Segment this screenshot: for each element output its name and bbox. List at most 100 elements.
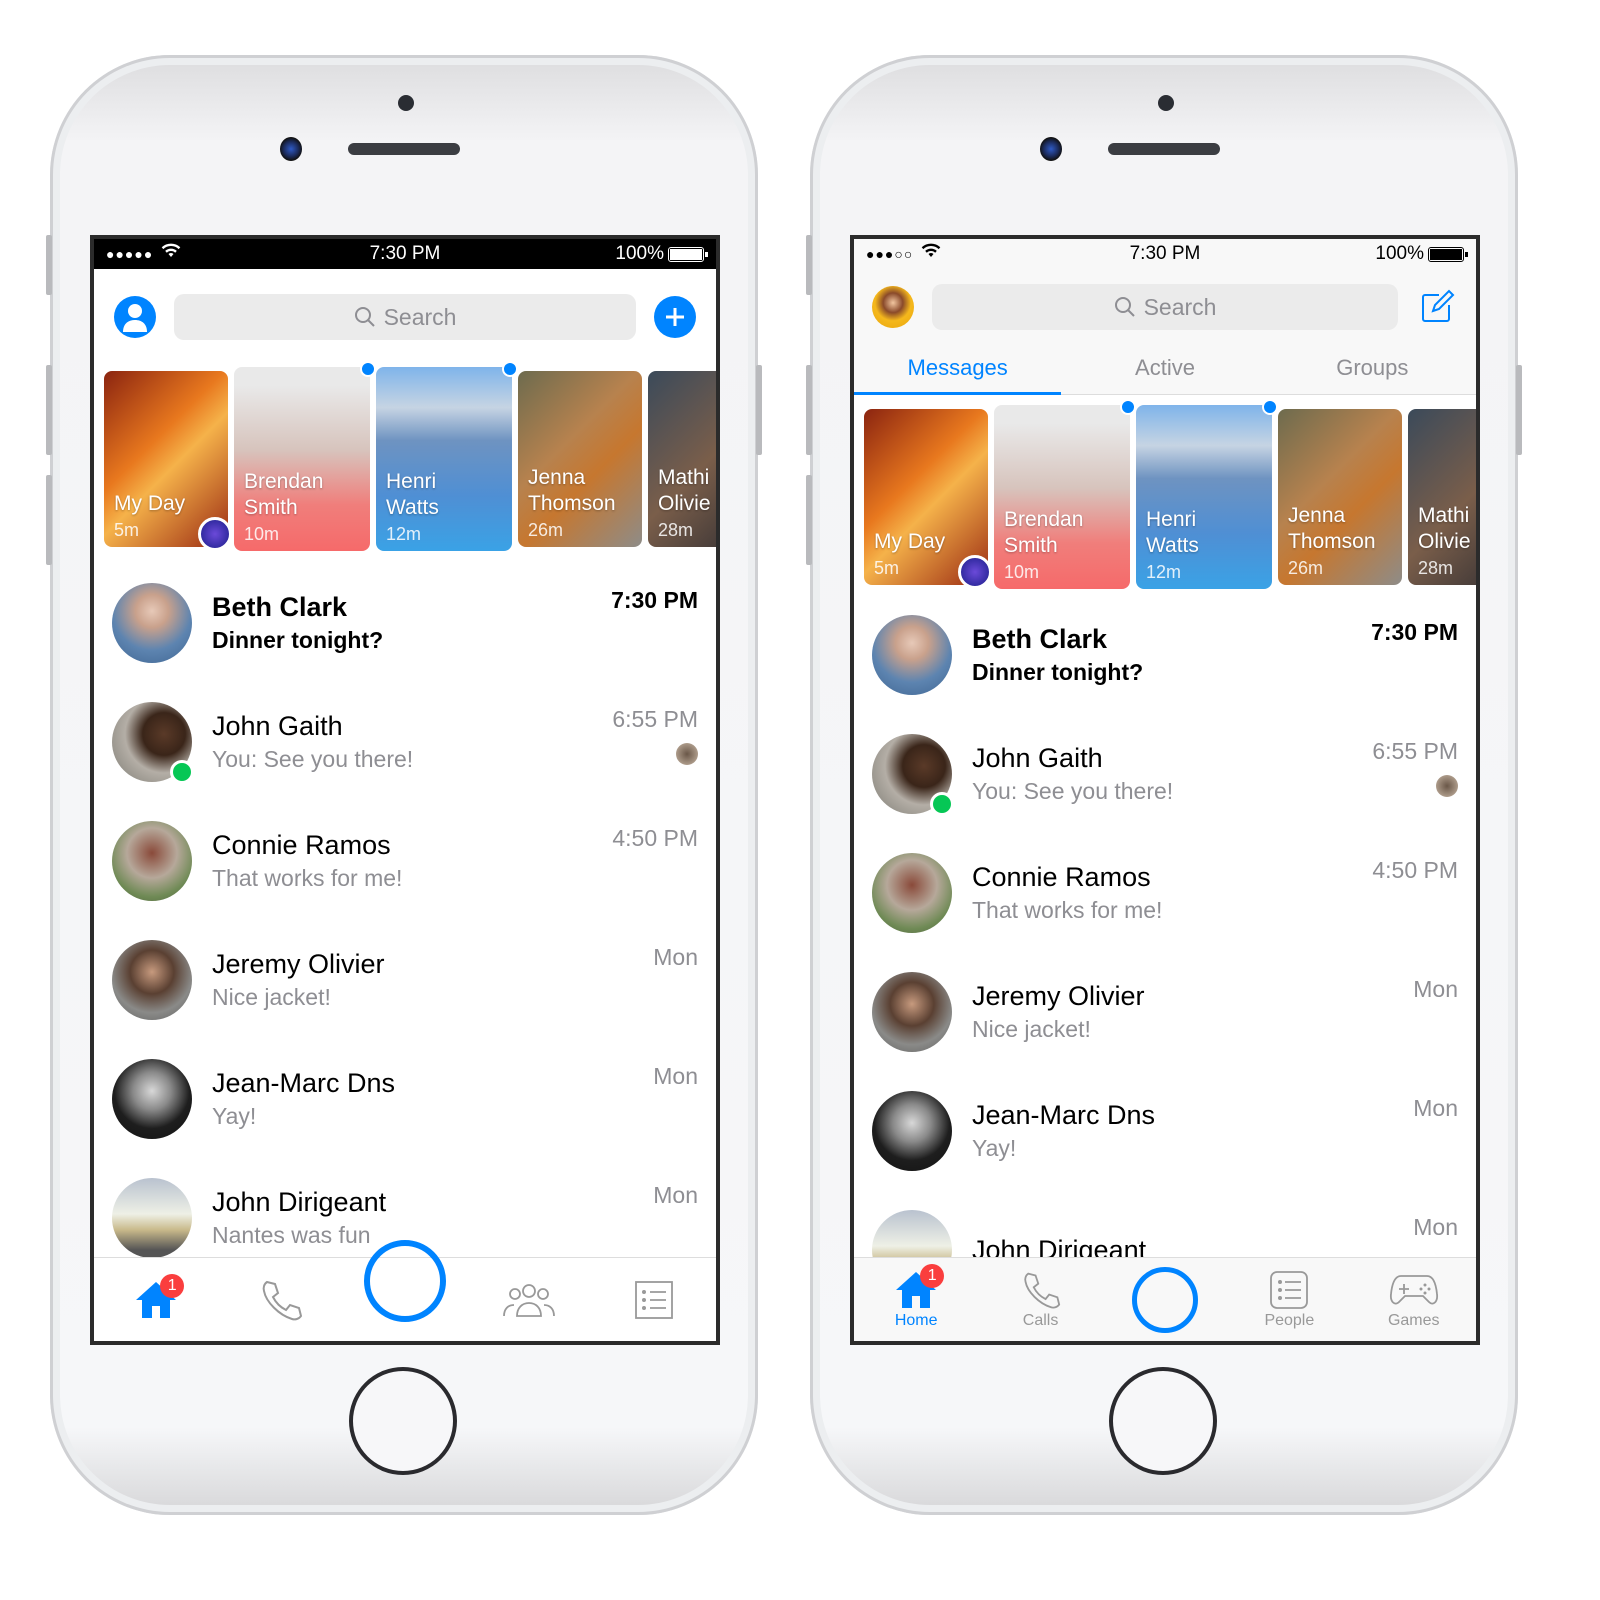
avatar [112,1058,192,1139]
volume-up-button [806,365,812,455]
earpiece-speaker [348,143,460,155]
seen-avatar [676,743,698,765]
conversation-row[interactable]: Beth Clark Dinner tonight? 7:30 PM [872,595,1458,714]
tab-groups[interactable] [479,1280,579,1320]
story-card[interactable]: Brendan Smith 10m [994,399,1136,589]
tab-people-label: People [1264,1311,1315,1329]
status-bar: ●●●○○ 7:30 PM 100% [854,239,1476,269]
conversation-row[interactable]: John Gaith You: See you there! 6:55 PM [112,682,698,801]
avatar [872,733,954,816]
home-button[interactable] [349,1367,457,1475]
capture-ring-icon [1131,1266,1198,1333]
tab-calls[interactable]: Calls [991,1270,1091,1330]
bottom-tab-bar: 1 [94,1239,716,1341]
battery-percent: 100% [615,243,664,264]
notification-badge: 1 [920,1263,945,1288]
tab-calls[interactable] [231,1278,331,1322]
stories-row: My Day 5m Brendan Smith 10m Henri Watts … [94,363,716,563]
story-card[interactable]: My Day 5m [864,409,992,589]
proximity-sensor [1158,95,1174,111]
conversation-row[interactable]: Jean-Marc Dns Yay! Mon [112,1039,698,1158]
profile-avatar[interactable] [872,286,914,328]
top-bar: Search [854,269,1476,345]
top-bar: Search [94,271,716,363]
conversation-row[interactable]: Jeremy Olivier Nice jacket! Mon [112,920,698,1039]
conversation-row[interactable]: Jeremy Olivier Nice jacket! Mon [872,952,1458,1071]
power-button [756,365,762,455]
avatar [872,971,952,1052]
avatar [112,939,192,1020]
tab-people[interactable]: People [1239,1270,1339,1330]
camera-capture-button[interactable] [1115,1266,1215,1333]
camera-capture-button[interactable] [355,1239,455,1322]
conversation-row[interactable]: Connie Ramos That works for me! 4:50 PM [872,833,1458,952]
story-card[interactable]: Henri Watts 12m [376,363,518,551]
tab-groups[interactable]: Groups [1269,345,1476,394]
online-indicator [170,759,194,784]
bottom-tab-bar: 1 Home Calls People Games [854,1257,1476,1341]
search-input[interactable]: Search [932,284,1398,330]
conversation-list: Beth Clark Dinner tonight? 7:30 PM John G… [854,595,1476,1309]
conversation-row[interactable]: Connie Ramos That works for me! 4:50 PM [112,801,698,920]
inbox-tabs: Messages Active Groups [854,345,1476,395]
volume-down-button [806,475,812,565]
avatar [872,852,952,933]
people-icon [503,1283,556,1317]
search-placeholder: Search [1143,293,1217,320]
earpiece-speaker [1108,143,1220,155]
profile-button[interactable] [114,296,156,338]
conversation-row[interactable]: John Gaith You: See you there! 6:55 PM [872,714,1458,833]
unseen-dot [360,363,376,377]
tab-home[interactable]: 1 Home [866,1263,966,1330]
tab-home[interactable]: 1 [106,1273,206,1320]
tab-calls-label: Calls [1022,1311,1059,1329]
capture-ring-icon [363,1239,446,1322]
story-card[interactable]: Jenna Thomson 26m [518,371,642,547]
battery-percent: 100% [1375,243,1424,264]
home-button[interactable] [1109,1367,1217,1475]
conversation-list: Beth Clark Dinner tonight? 7:30 PM John G… [94,563,716,1277]
plus-icon [666,308,684,326]
people-list-icon [1270,1270,1309,1309]
tab-games[interactable]: Games [1364,1270,1464,1330]
mute-switch [806,235,812,295]
conversation-row[interactable]: Jean-Marc Dns Yay! Mon [872,1071,1458,1190]
main-sheet: Search My Day 5m Brendan Smith 10m Henri… [94,271,716,1277]
story-card[interactable]: Brendan Smith 10m [234,363,376,551]
mute-switch [46,235,52,295]
conversation-row[interactable]: Beth Clark Dinner tonight? 7:30 PM [112,563,698,682]
online-indicator [930,791,954,816]
tab-more[interactable] [604,1280,704,1320]
avatar [112,701,194,784]
battery-icon [668,246,708,262]
power-button [1516,365,1522,455]
avatar [112,1177,192,1258]
phone-left: ●●●●● 7:30 PM 100% Search My Day 5m Bren… [46,55,762,1515]
battery-icon [1428,246,1468,262]
tab-messages[interactable]: Messages [854,345,1062,395]
story-card[interactable]: Mathi Olivie 28m [1408,409,1476,585]
person-icon [123,304,147,332]
tab-active[interactable]: Active [1061,345,1268,394]
phone-right: ●●●○○ 7:30 PM 100% Search Messages Activ… [806,55,1522,1515]
story-card[interactable]: Henri Watts 12m [1136,399,1278,589]
list-icon [634,1280,673,1319]
avatar [112,582,192,663]
phone-icon [1023,1272,1060,1309]
search-input[interactable]: Search [174,294,636,340]
status-bar: ●●●●● 7:30 PM 100% [94,239,716,269]
tab-games-label: Games [1387,1311,1440,1329]
compose-icon [1422,289,1455,322]
compose-button[interactable] [1416,286,1458,328]
new-message-button[interactable] [654,296,696,338]
wifi-icon [921,243,941,265]
story-card[interactable]: Mathi Olivie 28m [648,371,716,547]
search-icon [1114,297,1135,317]
proximity-sensor [398,95,414,111]
story-card[interactable]: Jenna Thomson 26m [1278,409,1402,585]
search-icon [354,307,375,327]
story-card[interactable]: My Day 5m [104,371,232,551]
search-placeholder: Search [383,303,457,330]
volume-up-button [46,365,52,455]
screen: ●●●●● 7:30 PM 100% Search My Day 5m Bren… [90,235,720,1345]
